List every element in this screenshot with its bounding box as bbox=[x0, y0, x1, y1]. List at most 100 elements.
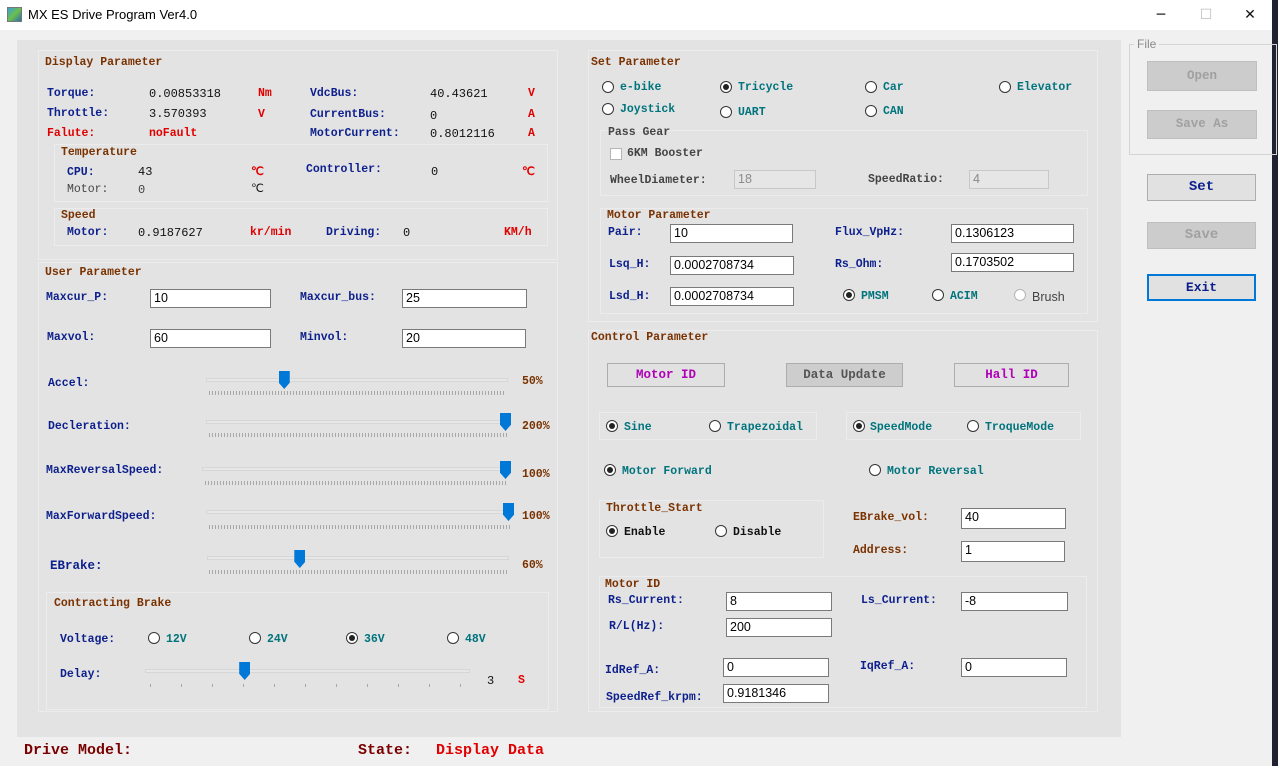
ebrake-label: EBrake: bbox=[50, 559, 103, 573]
vehicle-car-radio[interactable] bbox=[865, 81, 877, 93]
pass-gear-title: Pass Gear bbox=[608, 126, 671, 139]
motor-reversal-label: Motor Reversal bbox=[887, 465, 984, 478]
pair-input[interactable]: 10 bbox=[670, 224, 793, 243]
idref-input[interactable]: 0 bbox=[723, 658, 829, 677]
currentbus-label: CurrentBus: bbox=[310, 108, 386, 121]
max-forward-speed-slider[interactable] bbox=[206, 510, 514, 514]
ebrake-value: 60% bbox=[522, 559, 543, 572]
brake-voltage-label: Voltage: bbox=[60, 633, 116, 646]
minvol-input[interactable]: 20 bbox=[402, 329, 526, 348]
max-reversal-speed-value: 100% bbox=[522, 468, 550, 481]
contracting-brake-title: Contracting Brake bbox=[54, 597, 172, 610]
motor-forward-radio[interactable] bbox=[604, 464, 616, 476]
voltage-48v-label: 48V bbox=[465, 633, 486, 646]
accel-slider-ticks bbox=[209, 391, 505, 395]
motor-type-acim-radio[interactable] bbox=[932, 289, 944, 301]
vehicle-ebike-radio[interactable] bbox=[602, 81, 614, 93]
decleration-slider[interactable] bbox=[206, 420, 511, 424]
motor-id-button[interactable]: Motor ID bbox=[607, 363, 725, 387]
booster-6km-checkbox[interactable] bbox=[610, 148, 622, 160]
iqref-input[interactable]: 0 bbox=[961, 658, 1067, 677]
ebrake-vol-input[interactable]: 40 bbox=[961, 508, 1066, 529]
maxvol-input[interactable]: 60 bbox=[150, 329, 271, 348]
brake-delay-slider[interactable] bbox=[145, 669, 470, 673]
status-bar: Drive Model: State: Display Data bbox=[0, 738, 1272, 766]
voltage-12v-radio[interactable] bbox=[148, 632, 160, 644]
save-button[interactable]: Save bbox=[1147, 222, 1256, 249]
motorcurrent-unit: A bbox=[528, 127, 535, 140]
wave-trapezoidal-radio[interactable] bbox=[709, 420, 721, 432]
save-as-button[interactable]: Save As bbox=[1147, 110, 1257, 139]
brake-delay-value: 3 bbox=[487, 674, 495, 688]
max-forward-speed-value: 100% bbox=[522, 510, 550, 523]
voltage-36v-radio[interactable] bbox=[346, 632, 358, 644]
accel-slider[interactable] bbox=[206, 378, 508, 382]
display-parameter-title: Display Parameter bbox=[45, 56, 163, 69]
motor-reversal-radio[interactable] bbox=[869, 464, 881, 476]
motor-type-pmsm-radio[interactable] bbox=[843, 289, 855, 301]
rs-ohm-input[interactable]: 0.1703502 bbox=[951, 253, 1074, 272]
vehicle-ebike-label: e-bike bbox=[620, 81, 662, 94]
maxcur-bus-input[interactable]: 25 bbox=[402, 289, 527, 308]
throttle-enable-radio[interactable] bbox=[606, 525, 618, 537]
file-group-title: File bbox=[1134, 37, 1160, 51]
hall-id-button[interactable]: Hall ID bbox=[954, 363, 1069, 387]
control-joystick-radio[interactable] bbox=[602, 103, 614, 115]
iqref-label: IqRef_A: bbox=[860, 660, 916, 673]
voltage-24v-radio[interactable] bbox=[249, 632, 261, 644]
rs-current-input[interactable]: 8 bbox=[726, 592, 832, 611]
voltage-48v-radio[interactable] bbox=[447, 632, 459, 644]
exit-button[interactable]: Exit bbox=[1147, 274, 1256, 301]
user-parameter-title: User Parameter bbox=[45, 266, 142, 279]
cpu-temp-value: 43 bbox=[138, 165, 153, 179]
torque-label: Torque: bbox=[47, 87, 96, 100]
throttle-label: Throttle: bbox=[47, 107, 110, 120]
vdcbus-unit: V bbox=[528, 87, 535, 100]
throttle-disable-radio[interactable] bbox=[715, 525, 727, 537]
temperature-title: Temperature bbox=[61, 146, 137, 159]
wheel-diameter-input[interactable]: 18 bbox=[734, 170, 816, 189]
maximize-button: ☐ bbox=[1199, 7, 1213, 23]
minimize-button[interactable]: ─ bbox=[1138, 0, 1184, 30]
control-uart-radio[interactable] bbox=[720, 106, 732, 118]
vehicle-tricycle-radio[interactable] bbox=[720, 81, 732, 93]
address-input[interactable]: 1 bbox=[961, 541, 1065, 562]
speed-mode-radio[interactable] bbox=[853, 420, 865, 432]
brake-delay-ticks bbox=[150, 684, 468, 687]
flux-vphz-input[interactable]: 0.1306123 bbox=[951, 224, 1074, 243]
title-bar[interactable]: MX ES Drive Program Ver4.0 ─ ☐ ✕ bbox=[0, 0, 1272, 30]
lsq-h-input[interactable]: 0.0002708734 bbox=[670, 256, 794, 275]
rs-ohm-label: Rs_Ohm: bbox=[835, 258, 884, 271]
rl-hz-input[interactable]: 200 bbox=[726, 618, 832, 637]
rl-hz-label: R/L(Hz): bbox=[609, 620, 665, 633]
driving-speed-value: 0 bbox=[403, 226, 411, 240]
maxcur-p-input[interactable]: 10 bbox=[150, 289, 271, 308]
vehicle-car-label: Car bbox=[883, 81, 904, 94]
max-forward-speed-slider-ticks bbox=[209, 525, 511, 529]
ebrake-slider[interactable] bbox=[207, 556, 509, 560]
motorcurrent-label: MotorCurrent: bbox=[310, 127, 400, 140]
speedref-input[interactable]: 0.9181346 bbox=[723, 684, 829, 703]
troque-mode-label: TroqueMode bbox=[985, 421, 1055, 434]
troque-mode-radio[interactable] bbox=[967, 420, 979, 432]
motor-type-brush-radio[interactable] bbox=[1014, 289, 1026, 301]
control-can-radio[interactable] bbox=[865, 105, 877, 117]
vehicle-elevator-radio[interactable] bbox=[999, 81, 1011, 93]
speed-ratio-input[interactable]: 4 bbox=[969, 170, 1049, 189]
open-button[interactable]: Open bbox=[1147, 61, 1257, 91]
control-uart-label: UART bbox=[738, 106, 766, 119]
lsd-h-input[interactable]: 0.0002708734 bbox=[670, 287, 794, 306]
close-button[interactable]: ✕ bbox=[1227, 0, 1273, 30]
set-button[interactable]: Set bbox=[1147, 174, 1256, 201]
motor-type-pmsm-label: PMSM bbox=[861, 290, 889, 303]
max-reversal-speed-label: MaxReversalSpeed: bbox=[46, 464, 164, 477]
motorcurrent-value: 0.8012116 bbox=[430, 127, 495, 141]
flux-vphz-label: Flux_VpHz: bbox=[835, 226, 905, 239]
voltage-36v-label: 36V bbox=[364, 633, 385, 646]
data-update-button[interactable]: Data Update bbox=[786, 363, 903, 387]
motor-speed-label: Motor: bbox=[67, 226, 109, 239]
max-reversal-speed-slider[interactable] bbox=[202, 467, 511, 471]
falute-label: Falute: bbox=[47, 127, 96, 140]
wave-sine-radio[interactable] bbox=[606, 420, 618, 432]
ls-current-input[interactable]: -8 bbox=[961, 592, 1068, 611]
